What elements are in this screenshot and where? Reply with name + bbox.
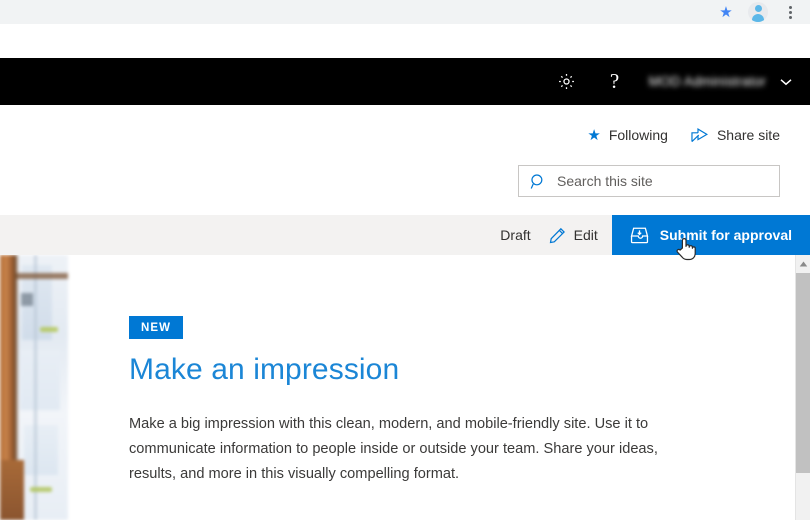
kebab-menu-icon[interactable]	[774, 0, 806, 24]
search-icon	[519, 166, 557, 196]
following-button[interactable]: ★ Following	[587, 127, 668, 143]
new-badge: NEW	[129, 316, 184, 339]
profile-avatar-icon[interactable]	[742, 0, 774, 24]
avatar	[748, 2, 768, 22]
star-glyph: ★	[719, 3, 733, 21]
kebab-dots	[788, 5, 792, 19]
inbox-tray-icon	[630, 226, 649, 244]
site-search-box[interactable]	[518, 165, 780, 197]
star-icon: ★	[587, 126, 601, 144]
chrome-gap	[0, 24, 810, 58]
help-icon[interactable]: ?	[591, 58, 639, 105]
draft-status-label: Draft	[500, 227, 531, 243]
question-mark-glyph: ?	[609, 69, 620, 93]
site-header: ★ Following Share site	[0, 105, 810, 215]
user-name-label[interactable]: MOD Administrator	[639, 74, 772, 89]
submit-for-approval-label: Submit for approval	[659, 227, 792, 243]
site-actions: ★ Following Share site	[587, 127, 780, 143]
suite-bar: ? MOD Administrator	[0, 58, 810, 105]
browser-toolbar: ★	[0, 0, 810, 24]
pencil-icon	[549, 227, 566, 244]
chevron-down-icon[interactable]	[772, 58, 810, 105]
page-content: NEW Make an impression Make a big impres…	[0, 255, 795, 520]
page-title: Make an impression	[129, 353, 400, 386]
command-bar: Draft Edit Submit for approval	[0, 215, 810, 255]
share-site-label: Share site	[716, 127, 780, 143]
hero-text-block: NEW Make an impression Make a big impres…	[129, 255, 689, 487]
scrollbar-thumb[interactable]	[796, 273, 810, 473]
caret-up-icon[interactable]	[796, 255, 810, 272]
search-input[interactable]	[557, 173, 779, 189]
avatar-head	[754, 5, 762, 12]
hero-blueprint-image	[0, 255, 68, 520]
share-site-button[interactable]: Share site	[690, 127, 780, 143]
edit-label: Edit	[573, 227, 598, 243]
gear-icon[interactable]	[543, 58, 591, 105]
following-label: Following	[608, 127, 668, 143]
browser-toolbar-actions: ★	[710, 0, 806, 24]
vertical-scrollbar[interactable]	[795, 255, 810, 520]
edit-button[interactable]: Edit	[541, 215, 612, 255]
share-icon	[690, 127, 709, 143]
bookmark-star-icon[interactable]: ★	[710, 0, 742, 24]
submit-for-approval-button[interactable]: Submit for approval	[611, 215, 810, 255]
avatar-body	[752, 14, 764, 22]
page-paragraph: Make a big impression with this clean, m…	[129, 415, 658, 482]
browser-window: ★ ? MOD Administrator ★ Following Share …	[0, 0, 810, 520]
